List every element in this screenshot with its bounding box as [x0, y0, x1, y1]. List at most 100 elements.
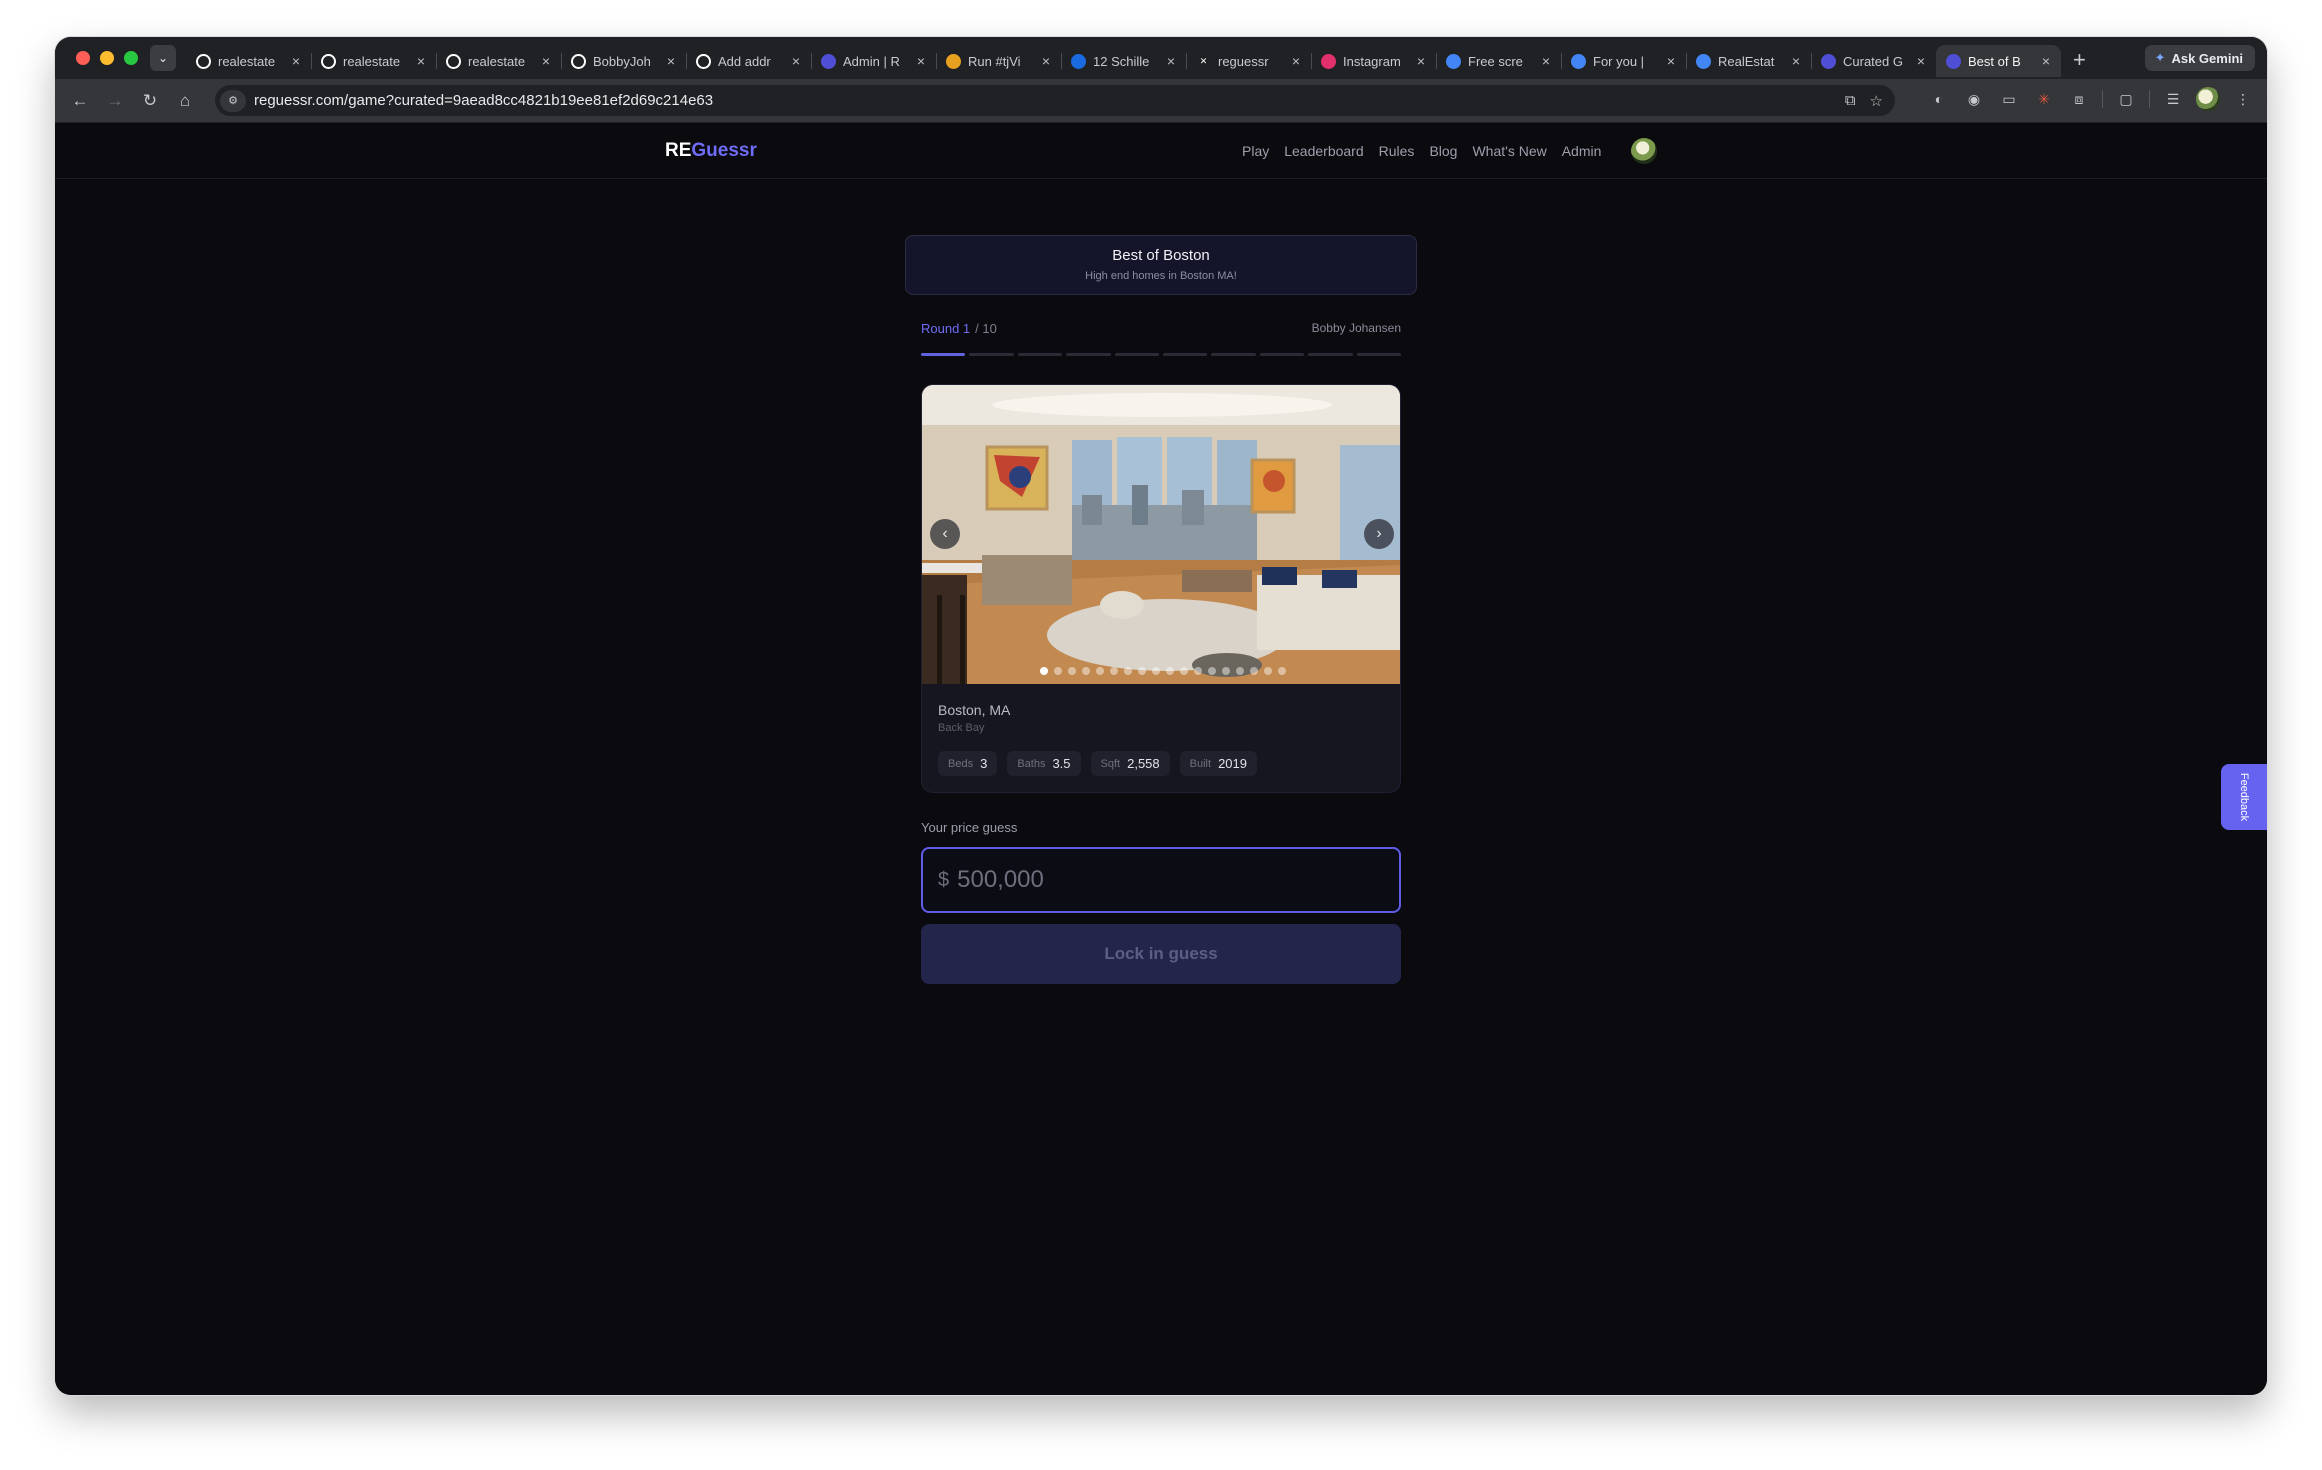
- browser-tab[interactable]: Best of B ×: [1936, 45, 2061, 77]
- extension-icon[interactable]: ◉: [1962, 87, 1986, 111]
- back-arrow-icon[interactable]: ←: [65, 86, 95, 116]
- photo-dot[interactable]: [1264, 667, 1272, 675]
- menu-kebab-icon[interactable]: ⋮: [2231, 87, 2255, 111]
- photo-dot[interactable]: [1082, 667, 1090, 675]
- browser-tab[interactable]: Instagram ×: [1311, 45, 1436, 77]
- tab-close-icon[interactable]: ×: [1664, 53, 1678, 69]
- tab-close-icon[interactable]: ×: [789, 53, 803, 69]
- lock-in-guess-button[interactable]: Lock in guess: [921, 924, 1401, 984]
- photo-dot[interactable]: [1250, 667, 1258, 675]
- player-name: Bobby Johansen: [1311, 321, 1401, 335]
- photo-dot[interactable]: [1054, 667, 1062, 675]
- stat-key: Baths: [1017, 757, 1046, 770]
- photo-dot[interactable]: [1096, 667, 1104, 675]
- listing-photo[interactable]: ‹ ›: [922, 385, 1400, 684]
- photo-dot[interactable]: [1278, 667, 1286, 675]
- tab-close-icon[interactable]: ×: [1289, 53, 1303, 69]
- browser-tab[interactable]: Free scre ×: [1436, 45, 1561, 77]
- round-progress-segment: [969, 353, 1014, 356]
- photo-dot[interactable]: [1222, 667, 1230, 675]
- nav-link-leaderboard[interactable]: Leaderboard: [1284, 143, 1363, 159]
- extension-icon[interactable]: ◐: [1927, 87, 1951, 111]
- brand-logo[interactable]: REGuessr: [665, 140, 757, 162]
- price-guess-input[interactable]: [957, 866, 1378, 894]
- browser-tab-title: Add addr: [718, 53, 771, 69]
- next-photo-button[interactable]: ›: [1364, 519, 1394, 549]
- browser-tab[interactable]: realestate ×: [186, 45, 311, 77]
- price-guess-field[interactable]: $: [921, 847, 1401, 913]
- nav-link-blog[interactable]: Blog: [1429, 143, 1457, 159]
- tab-search-button[interactable]: ⌄: [150, 45, 176, 71]
- photo-dot[interactable]: [1040, 667, 1048, 675]
- browser-tab[interactable]: 12 Schille ×: [1061, 45, 1186, 77]
- profile-avatar[interactable]: [2196, 87, 2220, 111]
- currency-symbol: $: [938, 868, 950, 891]
- stat-value: 3: [980, 756, 988, 771]
- user-avatar[interactable]: [1631, 138, 1657, 164]
- browser-tab[interactable]: Curated G ×: [1811, 45, 1936, 77]
- browser-tab[interactable]: For you | ×: [1561, 45, 1686, 77]
- close-window-button[interactable]: [76, 51, 90, 65]
- nav-link-play[interactable]: Play: [1242, 143, 1269, 159]
- bookmark-star-icon[interactable]: ☆: [1870, 92, 1883, 110]
- ask-gemini-button[interactable]: ✦ Ask Gemini: [2144, 45, 2255, 71]
- tab-close-icon[interactable]: ×: [914, 53, 928, 69]
- listing-stats: Beds 3 Baths 3.5 Sqft 2,558 Built 2019: [938, 751, 1257, 776]
- reading-list-icon[interactable]: ☰: [2161, 87, 2185, 111]
- chevron-right-icon: ›: [1376, 525, 1382, 542]
- photo-dot[interactable]: [1124, 667, 1132, 675]
- tab-close-icon[interactable]: ×: [539, 53, 553, 69]
- photo-dot[interactable]: [1138, 667, 1146, 675]
- photo-dot[interactable]: [1110, 667, 1118, 675]
- browser-tab[interactable]: ✕ reguessr ×: [1186, 45, 1311, 77]
- photo-dot[interactable]: [1180, 667, 1188, 675]
- browser-tab[interactable]: realestate ×: [311, 45, 436, 77]
- maximize-window-button[interactable]: [124, 51, 138, 65]
- stat-key: Sqft: [1100, 757, 1121, 770]
- photo-dot[interactable]: [1208, 667, 1216, 675]
- nav-link-rules[interactable]: Rules: [1379, 143, 1415, 159]
- browser-tab-title: Run #tjVi: [968, 53, 1021, 69]
- feedback-tab[interactable]: Feedback: [2221, 764, 2267, 830]
- new-tab-button[interactable]: +: [2073, 47, 2086, 73]
- tab-close-icon[interactable]: ×: [289, 53, 303, 69]
- reload-icon[interactable]: ↻: [135, 86, 165, 116]
- photo-dot[interactable]: [1166, 667, 1174, 675]
- tab-close-icon[interactable]: ×: [2039, 53, 2053, 69]
- forward-arrow-icon[interactable]: →: [100, 86, 130, 116]
- browser-tab[interactable]: RealEstat ×: [1686, 45, 1811, 77]
- photo-dot[interactable]: [1236, 667, 1244, 675]
- tab-close-icon[interactable]: ×: [414, 53, 428, 69]
- nav-menu: Play Leaderboard Rules Blog What's New A…: [1242, 143, 1601, 159]
- site-info-icon[interactable]: ⚙: [220, 89, 246, 112]
- tab-close-icon[interactable]: ×: [1539, 53, 1553, 69]
- browser-tab[interactable]: Add addr ×: [686, 45, 811, 77]
- cast-icon[interactable]: ▢: [2114, 87, 2138, 111]
- nav-link-admin[interactable]: Admin: [1562, 143, 1602, 159]
- browser-tab[interactable]: BobbyJoh ×: [561, 45, 686, 77]
- tab-close-icon[interactable]: ×: [1914, 53, 1928, 69]
- tab-close-icon[interactable]: ×: [1789, 53, 1803, 69]
- tab-close-icon[interactable]: ×: [664, 53, 678, 69]
- photo-dot[interactable]: [1068, 667, 1076, 675]
- browser-tab[interactable]: realestate ×: [436, 45, 561, 77]
- tab-close-icon[interactable]: ×: [1039, 53, 1053, 69]
- install-app-icon[interactable]: ⧉: [1845, 92, 1856, 110]
- url-text[interactable]: reguessr.com/game?curated=9aead8cc4821b1…: [254, 92, 713, 109]
- puzzle-extensions-icon[interactable]: ⧈: [2067, 87, 2091, 111]
- photo-dot[interactable]: [1194, 667, 1202, 675]
- nav-link-whats-new[interactable]: What's New: [1472, 143, 1546, 159]
- address-bar[interactable]: ⚙ reguessr.com/game?curated=9aead8cc4821…: [215, 85, 1895, 116]
- minimize-window-button[interactable]: [100, 51, 114, 65]
- home-icon[interactable]: ⌂: [170, 86, 200, 116]
- tab-close-icon[interactable]: ×: [1164, 53, 1178, 69]
- browser-tab[interactable]: Admin | R ×: [811, 45, 936, 77]
- extension-icon[interactable]: ▭: [1997, 87, 2021, 111]
- stat-key: Beds: [948, 757, 974, 770]
- top-nav: REGuessr Play Leaderboard Rules Blog Wha…: [55, 123, 2267, 179]
- photo-dot[interactable]: [1152, 667, 1160, 675]
- tab-close-icon[interactable]: ×: [1414, 53, 1428, 69]
- previous-photo-button[interactable]: ‹: [930, 519, 960, 549]
- browser-tab[interactable]: Run #tjVi ×: [936, 45, 1061, 77]
- extension-icon[interactable]: ✳: [2032, 87, 2056, 111]
